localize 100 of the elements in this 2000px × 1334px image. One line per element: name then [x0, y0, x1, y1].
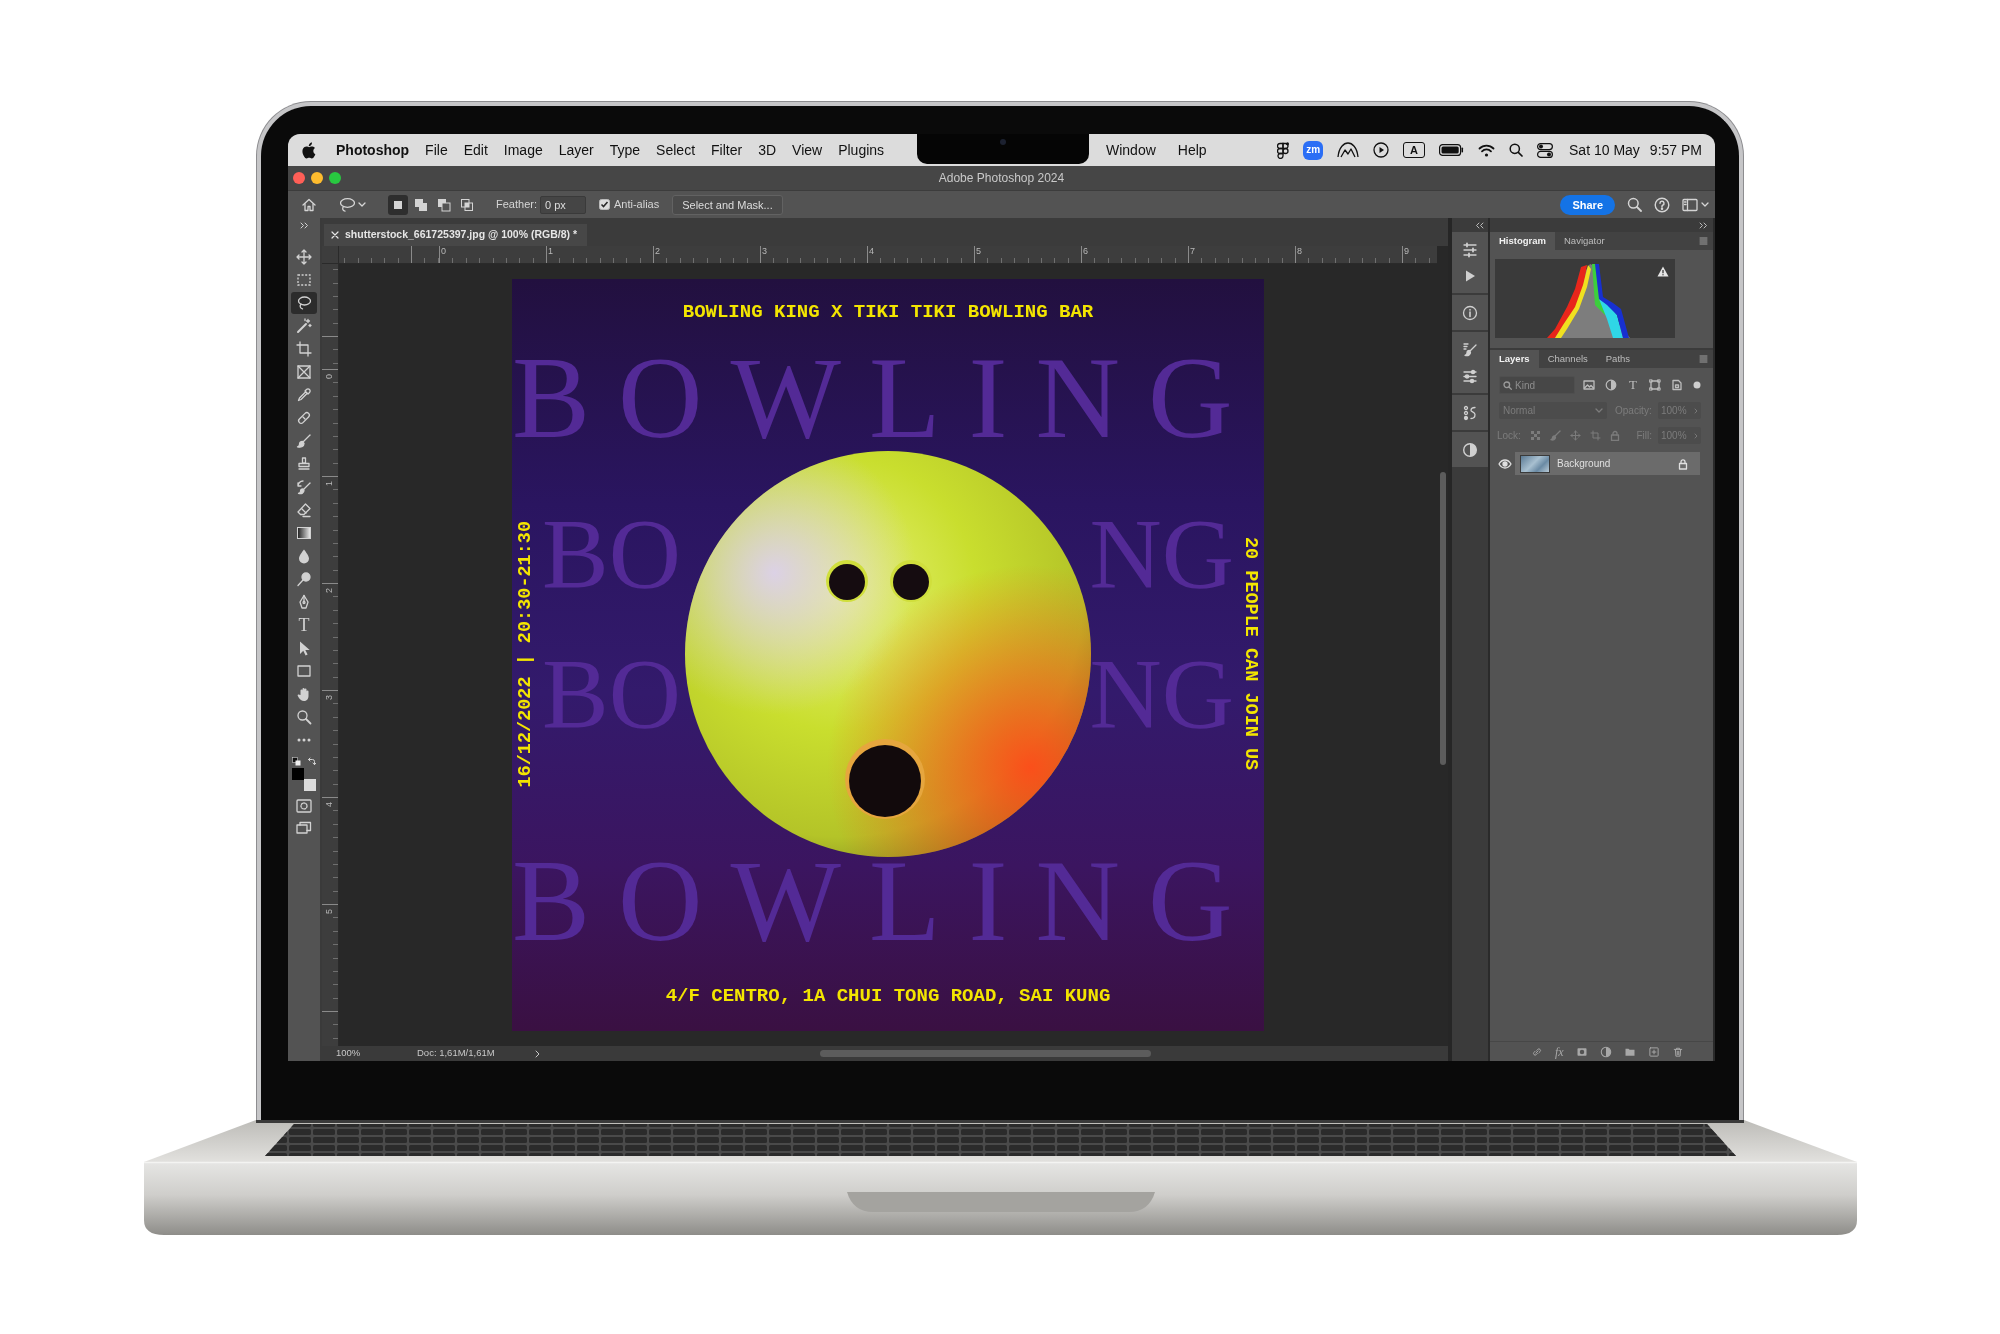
document-tab[interactable]: shutterstock_661725397.jpg @ 100% (RGB/8) * — [324, 224, 587, 246]
ruler-number: 9 — [1404, 246, 1409, 257]
chevron-right-icon[interactable] — [535, 1049, 540, 1058]
window-maximize-icon[interactable] — [329, 172, 341, 184]
scrollbar-thumb[interactable] — [1440, 472, 1446, 765]
lock-icon[interactable] — [1678, 457, 1688, 470]
brush-lines-icon[interactable] — [1462, 342, 1478, 358]
menu-item[interactable]: View — [792, 143, 823, 157]
layer-filter-field[interactable]: Kind — [1499, 376, 1575, 394]
poster-date-time: 16/12/2022 | 20:30-21:30 — [515, 520, 537, 788]
home-icon[interactable] — [301, 196, 317, 213]
image-icon[interactable] — [1583, 379, 1595, 391]
eye-icon[interactable] — [1498, 458, 1512, 469]
dots-curve-icon[interactable] — [1462, 405, 1478, 421]
window-title: Adobe Photoshop 2024 — [938, 170, 1065, 187]
background-swatch-icon[interactable] — [304, 779, 316, 791]
menu-bar-time[interactable]: 9:57 PM — [1649, 143, 1702, 157]
smart-object-icon[interactable] — [1671, 379, 1683, 391]
checkerboard-icon[interactable] — [1529, 430, 1541, 441]
menu-item[interactable]: Layer — [558, 143, 594, 157]
ruler-number: 3 — [324, 695, 335, 700]
panel-tab[interactable]: Channels — [1538, 350, 1597, 368]
panel-tab[interactable]: Paths — [1596, 350, 1640, 368]
ruler-number: 4 — [324, 802, 335, 807]
menu-item[interactable]: Image — [503, 143, 543, 157]
ruler-number: 2 — [324, 588, 335, 593]
shape-corners-icon[interactable] — [1649, 379, 1661, 391]
ruler-number: 0 — [441, 246, 446, 257]
menu-item[interactable]: Filter — [711, 143, 743, 157]
half-filled-circle-icon[interactable] — [1605, 379, 1617, 391]
screens-icon[interactable] — [296, 821, 312, 835]
ruler-number: 0 — [324, 374, 335, 379]
new-layer-icon[interactable] — [1647, 1045, 1660, 1058]
app-menu[interactable]: Photoshop — [336, 143, 410, 157]
menu-item[interactable]: Window — [1106, 143, 1156, 157]
layer-thumbnail — [1520, 454, 1550, 473]
feather-field[interactable]: 0 px — [539, 195, 586, 214]
layer-row[interactable]: Background — [1515, 452, 1700, 475]
half-filled-circle-icon[interactable] — [1599, 1045, 1612, 1058]
scrollbar-thumb[interactable] — [820, 1050, 1151, 1057]
input-source-indicator[interactable]: A — [1403, 142, 1426, 158]
poster-address: 4/F CENTRO, 1A CHUI TONG ROAD, SAI KUNG — [665, 985, 1111, 1007]
search-icon — [1503, 381, 1512, 390]
menu-item[interactable]: Plugins — [838, 143, 885, 157]
document-size: Doc: 1,61M/1,61M — [417, 1046, 496, 1061]
panel-tab[interactable]: Histogram — [1490, 232, 1555, 250]
poster-headline: BOWLING KING X TIKI TIKI BOWLING BAR — [682, 301, 1094, 323]
menu-item[interactable]: Help — [1177, 143, 1207, 157]
play-circle-icon[interactable] — [1373, 142, 1390, 158]
menu-item[interactable]: Edit — [463, 143, 488, 157]
filter-toggle-icon[interactable] — [1693, 381, 1701, 389]
menu-item[interactable]: 3D — [758, 143, 777, 157]
lasso-icon[interactable] — [291, 292, 317, 314]
panel-tab[interactable]: Layers — [1490, 350, 1539, 368]
share-button[interactable]: Share — [1560, 194, 1615, 215]
toggles-icon[interactable] — [1537, 142, 1554, 158]
type-filter[interactable]: T — [1627, 379, 1639, 391]
warning-icon[interactable] — [1657, 266, 1669, 277]
info-icon[interactable] — [1462, 305, 1478, 321]
lasso-icon[interactable] — [338, 196, 356, 213]
zoom-level[interactable]: 100% — [336, 1046, 417, 1061]
select-and-mask-button[interactable]: Select and Mask... — [672, 194, 783, 215]
shapes-stack-icon[interactable] — [1277, 141, 1290, 159]
help-icon[interactable] — [1654, 196, 1670, 213]
foreground-swatch-icon[interactable] — [292, 768, 304, 780]
sliders-icon[interactable] — [1462, 368, 1478, 384]
anti-alias-checkbox[interactable] — [598, 199, 610, 210]
workspace-icon[interactable] — [1682, 197, 1698, 212]
close-icon[interactable] — [331, 231, 339, 239]
mask-icon[interactable] — [1575, 1045, 1588, 1058]
background-lettering: BOWLING — [512, 351, 1261, 445]
ruler-number: 7 — [1190, 246, 1195, 257]
ruler-number: 2 — [655, 246, 660, 257]
trash-icon[interactable] — [1671, 1045, 1684, 1058]
layer-name: Background — [1557, 457, 1611, 471]
wifi-icon[interactable] — [1478, 143, 1496, 157]
ruler-number: 6 — [1083, 246, 1088, 257]
search-icon[interactable] — [1509, 143, 1524, 157]
arch-icon[interactable] — [1337, 142, 1360, 158]
double-chevron-left-icon[interactable] — [1475, 221, 1484, 229]
type-tool[interactable]: T — [291, 614, 317, 636]
window-close-icon[interactable] — [293, 172, 305, 184]
battery-icon[interactable] — [1439, 144, 1465, 156]
menu-item[interactable]: Type — [609, 143, 641, 157]
ruler-number: 3 — [762, 246, 767, 257]
apple-logo-icon[interactable] — [302, 141, 316, 159]
panel-tab[interactable]: Navigator — [1555, 232, 1614, 250]
adjust-lines-icon[interactable] — [1462, 242, 1478, 258]
menu-item[interactable]: Select — [656, 143, 696, 157]
menu-item[interactable]: File — [425, 143, 448, 157]
menu-bar-date[interactable]: Sat 10 May — [1569, 143, 1640, 157]
window-minimize-icon[interactable] — [311, 172, 323, 184]
square-icon[interactable] — [388, 194, 408, 215]
double-chevron-right-icon[interactable] — [299, 222, 309, 229]
default-colors-icon[interactable] — [292, 757, 301, 766]
mask-rectangle-icon[interactable] — [296, 799, 312, 813]
swap-arrow-icon[interactable] — [307, 757, 316, 766]
half-filled-circle-icon[interactable] — [1462, 442, 1478, 458]
menu-extra-badge[interactable]: zm — [1303, 140, 1324, 160]
double-chevron-right-icon[interactable] — [1699, 221, 1708, 229]
